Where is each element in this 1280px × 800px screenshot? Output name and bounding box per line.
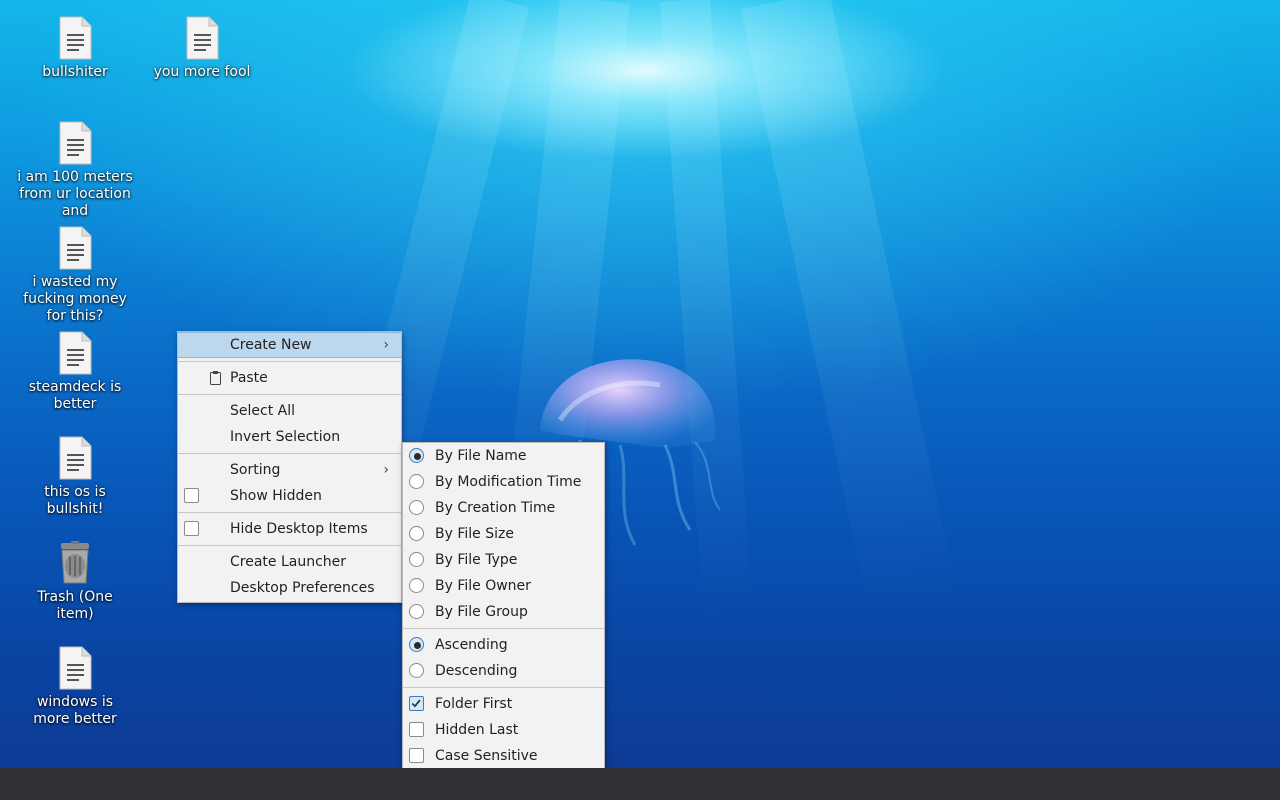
desktop-file-icon[interactable]: i wasted my fucking money for this? xyxy=(15,226,135,325)
text-file-icon xyxy=(59,16,92,60)
file-label: bullshiter xyxy=(42,64,108,80)
menu-separator xyxy=(178,545,401,546)
menu-separator xyxy=(403,687,604,688)
chevron-right-icon: › xyxy=(383,462,389,478)
text-file-icon xyxy=(59,436,92,480)
menu-item-label: Select All xyxy=(230,403,295,419)
menu-separator xyxy=(403,628,604,629)
menu-item-hide-desktop-items[interactable]: Hide Desktop Items xyxy=(178,516,401,542)
desktop-file-icon[interactable]: steamdeck is better xyxy=(15,331,135,413)
desktop-file-icon[interactable]: you more fool xyxy=(142,16,262,81)
menu-item-paste[interactable]: Paste xyxy=(178,365,401,391)
text-file-icon xyxy=(59,646,92,690)
sort-by-file-group[interactable]: By File Group xyxy=(403,599,604,625)
desktop-file-icon[interactable]: i am 100 meters from ur location and xyxy=(15,121,135,220)
menu-item-create-new[interactable]: Create New › xyxy=(178,332,401,358)
menu-item-label: Sorting xyxy=(230,462,281,478)
option-folder-first[interactable]: Folder First xyxy=(403,691,604,717)
hidden-last-checkbox[interactable] xyxy=(409,722,424,737)
menu-item-label: Hidden Last xyxy=(435,722,519,738)
menu-item-sorting[interactable]: Sorting › xyxy=(178,457,401,483)
menu-separator xyxy=(178,394,401,395)
sort-radio[interactable] xyxy=(409,448,424,463)
file-label: this os is bullshit! xyxy=(44,484,106,517)
trash-desktop-icon[interactable]: Trash (One item) xyxy=(15,541,135,623)
text-file-icon xyxy=(59,331,92,375)
menu-item-label: Invert Selection xyxy=(230,429,341,445)
trash-label: Trash (One item) xyxy=(37,589,113,622)
text-file-icon xyxy=(59,121,92,165)
folder-first-checkbox[interactable] xyxy=(409,696,424,711)
menu-item-label: Descending xyxy=(435,663,518,679)
menu-separator xyxy=(178,361,401,362)
file-label: i wasted my fucking money for this? xyxy=(23,274,127,324)
file-label: steamdeck is better xyxy=(28,379,122,412)
file-label: you more fool xyxy=(153,64,251,80)
menu-item-label: Create Launcher xyxy=(230,554,347,570)
sort-radio[interactable] xyxy=(409,474,424,489)
sort-radio[interactable] xyxy=(409,578,424,593)
option-case-sensitive[interactable]: Case Sensitive xyxy=(403,743,604,769)
menu-item-label: By File Name xyxy=(435,448,527,464)
show-hidden-checkbox[interactable] xyxy=(184,488,199,503)
sort-by-modification-time[interactable]: By Modification Time xyxy=(403,469,604,495)
menu-separator xyxy=(178,453,401,454)
sort-by-file-name[interactable]: By File Name xyxy=(403,443,604,469)
sort-radio[interactable] xyxy=(409,500,424,515)
sort-ascending[interactable]: Ascending xyxy=(403,632,604,658)
sort-radio[interactable] xyxy=(409,552,424,567)
menu-item-label: Desktop Preferences xyxy=(230,580,375,596)
menu-item-label: Hide Desktop Items xyxy=(230,521,368,537)
desktop-file-icon[interactable]: windows is more better xyxy=(15,646,135,728)
sort-by-file-size[interactable]: By File Size xyxy=(403,521,604,547)
sort-by-file-owner[interactable]: By File Owner xyxy=(403,573,604,599)
chevron-right-icon: › xyxy=(383,337,389,353)
taskbar[interactable] xyxy=(0,768,1280,800)
sort-by-creation-time[interactable]: By Creation Time xyxy=(403,495,604,521)
sort-radio[interactable] xyxy=(409,604,424,619)
menu-item-select-all[interactable]: Select All xyxy=(178,398,401,424)
menu-item-desktop-preferences[interactable]: Desktop Preferences xyxy=(178,575,401,601)
trash-icon xyxy=(61,541,89,584)
case-sensitive-checkbox[interactable] xyxy=(409,748,424,763)
menu-item-label: Ascending xyxy=(435,637,508,653)
sort-by-file-type[interactable]: By File Type xyxy=(403,547,604,573)
menu-item-label: Case Sensitive xyxy=(435,748,538,764)
desktop-context-menu: Create New › Paste Select All Invert Sel… xyxy=(177,331,402,603)
menu-item-label: By File Group xyxy=(435,604,528,620)
order-radio[interactable] xyxy=(409,637,424,652)
sort-descending[interactable]: Descending xyxy=(403,658,604,684)
checkmark-icon xyxy=(411,699,421,708)
light-ray xyxy=(740,0,958,616)
text-file-icon xyxy=(186,16,219,60)
menu-item-show-hidden[interactable]: Show Hidden xyxy=(178,483,401,509)
menu-item-label: By File Size xyxy=(435,526,514,542)
menu-item-create-launcher[interactable]: Create Launcher xyxy=(178,549,401,575)
menu-item-label: By Creation Time xyxy=(435,500,556,516)
file-label: windows is more better xyxy=(33,694,117,727)
menu-item-label: By File Type xyxy=(435,552,518,568)
menu-item-label: Create New xyxy=(230,337,312,353)
menu-item-label: Paste xyxy=(230,370,268,386)
menu-item-label: By Modification Time xyxy=(435,474,582,490)
sorting-submenu: By File Name By Modification Time By Cre… xyxy=(402,442,605,770)
menu-item-label: By File Owner xyxy=(435,578,531,594)
menu-item-label: Folder First xyxy=(435,696,513,712)
desktop-file-icon[interactable]: bullshiter xyxy=(15,16,135,81)
menu-separator xyxy=(178,512,401,513)
hide-desktop-items-checkbox[interactable] xyxy=(184,521,199,536)
desktop-file-icon[interactable]: this os is bullshit! xyxy=(15,436,135,518)
menu-item-label: Show Hidden xyxy=(230,488,322,504)
menu-item-invert-selection[interactable]: Invert Selection xyxy=(178,424,401,450)
file-label: i am 100 meters from ur location and xyxy=(17,169,133,219)
clipboard-icon xyxy=(210,371,221,385)
sort-radio[interactable] xyxy=(409,526,424,541)
order-radio[interactable] xyxy=(409,663,424,678)
option-hidden-last[interactable]: Hidden Last xyxy=(403,717,604,743)
text-file-icon xyxy=(59,226,92,270)
